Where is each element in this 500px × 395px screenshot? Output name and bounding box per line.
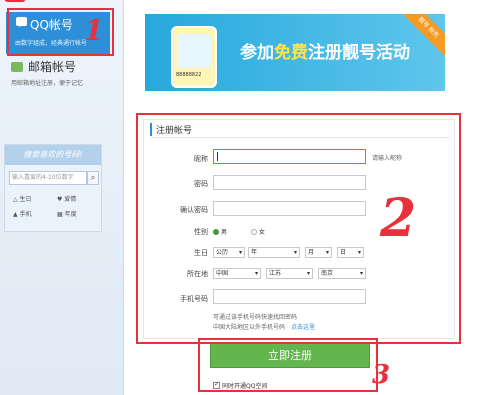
left-sidebar: QQ帐号 由数字组成，经典通行帐号 邮箱帐号 用邮箱地址注册，便于记忆 搜索喜欢… xyxy=(0,0,124,395)
tag-birthday[interactable]: △ 生日 xyxy=(13,194,32,203)
number-search-panel: 搜索喜欢的号码! 输入喜爱的4-10位数字 ⌕ △ 生日 ♥ 爱情 ▲ 手机 ▦… xyxy=(4,144,102,232)
tag-birthday-label: 生日 xyxy=(19,196,32,203)
banner-headline: 参加免费注册靓号活动 xyxy=(240,38,410,63)
email-account-tab[interactable]: 邮箱帐号 用邮箱地址注册，便于记忆 xyxy=(8,58,118,98)
phone-illustration-number: 88888822 xyxy=(176,72,202,78)
email-icon xyxy=(11,62,23,72)
email-account-desc: 用邮箱地址注册，便于记忆 xyxy=(11,80,84,87)
annotation-number-3: 3 xyxy=(372,360,391,390)
tag-phone-label: 手机 xyxy=(19,211,32,218)
search-icon[interactable]: ⌕ xyxy=(87,171,99,185)
number-search-heading: 搜索喜欢的号码! xyxy=(5,145,101,165)
annotation-stroke xyxy=(4,0,26,2)
phone-illustration: 88888822 xyxy=(171,26,217,88)
annotation-box-3 xyxy=(198,338,378,392)
tag-year[interactable]: ▦ 年度 xyxy=(57,209,77,218)
number-search-input[interactable]: 输入喜爱的4-10位数字 xyxy=(9,171,87,185)
tag-love[interactable]: ♥ 爱情 xyxy=(57,194,76,203)
tag-phone[interactable]: ▲ 手机 xyxy=(13,209,32,218)
annotation-number-2: 2 xyxy=(380,188,417,249)
tag-year-label: 年度 xyxy=(64,211,77,218)
email-account-title: 邮箱帐号 xyxy=(28,60,77,74)
banner-text-post: 注册靓号活动 xyxy=(308,43,410,63)
banner-text-pre: 参加 xyxy=(240,43,274,63)
tag-love-label: 爱情 xyxy=(64,196,77,203)
annotation-number-1: 1 xyxy=(84,14,104,47)
banner-text-highlight: 免费 xyxy=(274,43,308,63)
phone-screen xyxy=(177,34,211,68)
promo-banner[interactable]: 88888822 参加免费注册靓号活动 靓号 抢先 xyxy=(145,14,445,91)
